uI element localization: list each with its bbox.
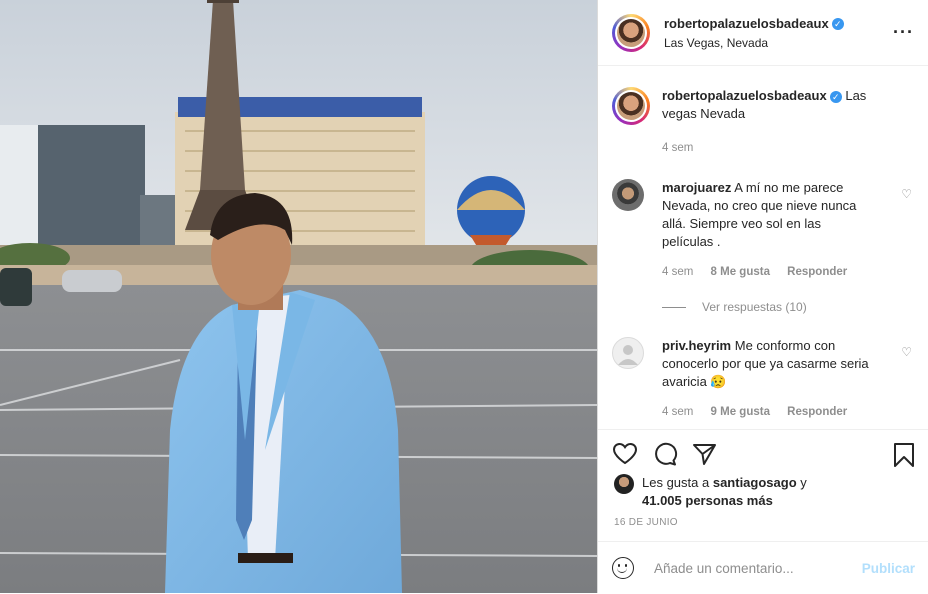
add-comment-bar: Añade un comentario... Publicar [598, 541, 928, 594]
caption-username[interactable]: robertopalazuelosbadeaux [662, 88, 827, 103]
view-replies[interactable]: Ver respuestas (10) [662, 300, 807, 314]
likes-text: Les gusta a santiagosago y 41.005 person… [642, 474, 902, 510]
comment-time[interactable]: 4 sem [662, 266, 693, 278]
comment-username[interactable]: marojuarez [662, 180, 731, 195]
comment-username[interactable]: priv.heyrim [662, 338, 731, 353]
post-date[interactable]: 16 DE JUNIO [614, 517, 678, 528]
comment-avatar[interactable] [612, 337, 644, 369]
author-avatar[interactable] [612, 13, 650, 52]
share-icon[interactable] [692, 442, 718, 466]
comment-input[interactable]: Añade un comentario... [654, 561, 794, 576]
comment-text-block: priv.heyrim Me conformo con conocerlo po… [662, 337, 872, 391]
post-sidebar: robertopalazuelosbadeaux ✓ Las Vegas, Nev… [597, 0, 928, 593]
heart-icon[interactable] [612, 442, 638, 466]
comment-likes[interactable]: 9 Me gusta [711, 406, 770, 418]
comments-list: robertopalazuelosbadeaux ✓ Las vegas Neva… [598, 67, 928, 429]
liker-username[interactable]: santiagosago [713, 475, 797, 490]
view-replies-label: Ver respuestas (10) [702, 300, 807, 314]
reply-button[interactable]: Responder [787, 406, 847, 418]
liker-avatar[interactable] [614, 474, 634, 494]
comment-item: marojuarez A mí no me parece Nevada, no … [612, 179, 912, 289]
bookmark-icon[interactable] [893, 442, 915, 468]
comment-like-icon[interactable]: ♡ [901, 187, 912, 201]
post-comment-button[interactable]: Publicar [862, 561, 915, 576]
likes-prefix: Les gusta a [642, 475, 710, 490]
comment-item: priv.heyrim Me conformo con conocerlo po… [612, 337, 912, 429]
caption-time[interactable]: 4 sem [662, 142, 693, 154]
caption-avatar[interactable] [612, 87, 650, 125]
likes-count[interactable]: 41.005 personas más [642, 493, 773, 508]
emoji-icon[interactable] [612, 557, 634, 579]
comment-meta: 4 sem 8 Me gusta Responder [662, 266, 861, 278]
author-username[interactable]: robertopalazuelosbadeaux [664, 16, 829, 31]
post-location[interactable]: Las Vegas, Nevada [664, 36, 844, 50]
caption-text-block: robertopalazuelosbadeaux ✓ Las vegas Neva… [662, 87, 884, 123]
comment-text-block: marojuarez A mí no me parece Nevada, no … [662, 179, 872, 251]
post-photo[interactable] [0, 0, 597, 593]
more-options-icon[interactable]: ··· [893, 22, 914, 43]
post-header: robertopalazuelosbadeaux ✓ Las Vegas, Nev… [598, 0, 928, 66]
replies-divider [662, 307, 686, 309]
reply-button[interactable]: Responder [787, 266, 847, 278]
comment-like-icon[interactable]: ♡ [901, 345, 912, 359]
comment-avatar[interactable] [612, 179, 644, 211]
action-bar [598, 429, 928, 474]
caption-meta: 4 sem [662, 142, 707, 154]
likes-conjunction: y [800, 475, 807, 490]
comment-meta: 4 sem 9 Me gusta Responder [662, 406, 861, 418]
comment-time[interactable]: 4 sem [662, 406, 693, 418]
caption: robertopalazuelosbadeaux ✓ Las vegas Neva… [612, 87, 912, 157]
comment-icon[interactable] [652, 442, 678, 466]
verified-badge-icon: ✓ [831, 17, 844, 30]
verified-badge-icon: ✓ [829, 90, 842, 103]
default-user-icon [618, 345, 638, 365]
comment-likes[interactable]: 8 Me gusta [711, 266, 770, 278]
author-info: robertopalazuelosbadeaux ✓ Las Vegas, Nev… [664, 15, 844, 50]
post-image [0, 0, 597, 593]
